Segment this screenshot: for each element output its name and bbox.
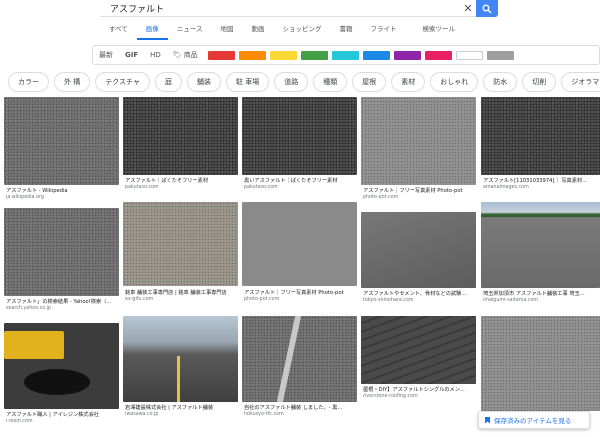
color-swatches (207, 50, 518, 60)
road-yellow-line (177, 356, 180, 402)
top-bar: アスファルト ✕ すべて 画像 ニュース 地図 動画 ショッピング 書籍 フライ… (0, 0, 600, 42)
result-source: pakutaso.com (125, 185, 159, 190)
tab-all[interactable]: すべて (100, 21, 137, 40)
chip[interactable]: 外 構 (54, 72, 91, 92)
color-swatch[interactable] (331, 50, 359, 60)
chip[interactable]: 舗装 (186, 72, 221, 92)
result-image[interactable] (4, 97, 119, 185)
tab-flights[interactable]: フライト (361, 21, 405, 40)
color-swatch[interactable] (269, 50, 297, 60)
color-swatch[interactable] (238, 50, 266, 60)
color-swatch[interactable] (362, 50, 390, 60)
result-image[interactable] (4, 323, 119, 409)
suggestion-chips: カラー 外 構 テクスチャ 庭 舗装 駐 車場 道路 種類 屋根 素材 おしゃれ… (0, 72, 600, 94)
result-source: pakutaso.com (244, 185, 278, 190)
filter-products-label: 商品 (183, 51, 198, 59)
chip[interactable]: 素材 (391, 72, 426, 92)
search-tabs: すべて 画像 ニュース 地図 動画 ショッピング 書籍 フライト 検索ツール (100, 21, 464, 40)
chip[interactable]: 防水 (483, 72, 518, 92)
chip[interactable]: カラー (8, 72, 49, 92)
result-image[interactable] (242, 316, 357, 402)
result-source: ex-gifu.com (125, 297, 154, 302)
result-source: iwasawa.co.jp (125, 412, 159, 417)
result-image[interactable] (242, 97, 357, 175)
result-source: riverstone-roofing.com (363, 394, 418, 399)
result-caption[interactable]: アスファルト[11031033974]｜ 写真素材... (483, 177, 595, 184)
search-box[interactable]: アスファルト ✕ (100, 0, 476, 17)
filter-hd[interactable]: HD (144, 51, 167, 59)
chip[interactable]: 切削 (522, 72, 557, 92)
result-image[interactable] (242, 202, 357, 286)
result-caption[interactable]: アスファルト」の検索結果 - Yahoo!検索（... (6, 298, 118, 305)
result-caption[interactable]: アスファルト職人 | アイレジン株式会社 (6, 411, 118, 418)
chip[interactable]: 種類 (313, 72, 348, 92)
tag-icon: 🏷 (172, 51, 182, 59)
color-swatch[interactable] (207, 50, 235, 60)
result-source: tokyo-shinohara.com (363, 298, 414, 303)
tab-books[interactable]: 書籍 (330, 21, 361, 40)
result-source: search.yahoo.co.jp (6, 306, 51, 311)
result-source: photo-pot.com (363, 195, 399, 200)
filter-gif[interactable]: GIF (119, 51, 144, 59)
curb-line (276, 316, 302, 402)
tab-news[interactable]: ニュース (168, 21, 212, 40)
clear-icon[interactable]: ✕ (460, 2, 476, 15)
chip[interactable]: 道路 (274, 72, 309, 92)
result-image[interactable] (123, 316, 238, 402)
chip[interactable]: 駐 車場 (225, 72, 270, 92)
tab-shopping[interactable]: ショッピング (273, 21, 330, 40)
result-image[interactable] (481, 316, 600, 411)
chip[interactable]: テクスチャ (95, 72, 150, 92)
result-image[interactable] (481, 97, 600, 175)
result-caption[interactable]: アスファルトやセメント、骨材などの試験... (363, 290, 475, 297)
tab-images[interactable]: 画像 (136, 21, 168, 40)
result-image[interactable] (361, 97, 476, 185)
result-caption[interactable]: 屋根・DIY】アスファルトシングルのメン... (363, 386, 475, 393)
result-image[interactable] (361, 316, 476, 384)
search-icon (482, 4, 492, 13)
saved-items-button[interactable]: 保存済みのアイテムを見る (478, 411, 590, 429)
color-swatch[interactable] (486, 50, 514, 60)
result-image[interactable] (481, 202, 600, 288)
result-caption[interactable]: 岩澤建設株式会社 | アスファルト舗装 (125, 404, 237, 411)
filter-products[interactable]: 🏷 商品 (167, 50, 204, 60)
saved-items-label: 保存済みのアイテムを見る (494, 417, 572, 425)
tab-videos[interactable]: 動画 (242, 21, 273, 40)
search-button[interactable] (476, 0, 498, 17)
filter-bar: 最新 GIF HD 🏷 商品 (92, 45, 600, 65)
result-caption[interactable]: アスファルト｜フリー写真素材 Photo-pot (363, 187, 475, 194)
result-caption[interactable]: アスファルト - Wikipedia (6, 187, 118, 194)
result-image[interactable] (4, 208, 119, 296)
search-input[interactable]: アスファルト (100, 2, 460, 15)
result-caption[interactable]: アスファルト｜ぱくたそフリー素材 (125, 177, 237, 184)
result-image[interactable] (123, 202, 238, 286)
result-caption[interactable]: 黒いアスファルト｜ぱくたそフリー素材 (244, 177, 356, 184)
color-swatch[interactable] (393, 50, 421, 60)
chip[interactable]: 屋根 (352, 72, 387, 92)
chip[interactable]: おしゃれ (430, 72, 479, 92)
color-swatch[interactable] (455, 50, 483, 60)
asphalt-pile (24, 369, 90, 395)
chip[interactable]: 庭 (154, 72, 182, 92)
tab-maps[interactable]: 地図 (211, 21, 242, 40)
color-swatch[interactable] (424, 50, 452, 60)
tab-search-tools[interactable]: 検索ツール (413, 21, 464, 40)
result-caption[interactable]: 埼玉県加須市 アスファルト舗装工事 埼玉... (483, 290, 595, 297)
result-image[interactable] (361, 212, 476, 288)
result-source: amanaimages.com (483, 185, 529, 190)
result-source: photo-pot.com (244, 297, 280, 302)
result-image[interactable] (123, 97, 238, 175)
result-source: imaigumi-saitama.com (483, 298, 539, 303)
result-caption[interactable]: アスファルト｜フリー写真素材 Photo-pot (244, 289, 356, 296)
filter-latest[interactable]: 最新 (93, 50, 119, 60)
result-source: hokusyo-tfc.com (244, 412, 284, 417)
chip[interactable]: ジオラマ (561, 72, 600, 92)
result-caption[interactable]: 自社のアスファルト舗装 しました。- 黒... (244, 404, 356, 411)
roller-machine (4, 331, 64, 359)
bookmark-icon (485, 416, 490, 424)
result-source: ja.wikipedia.org (6, 195, 44, 200)
color-swatch[interactable] (300, 50, 328, 60)
result-caption[interactable]: 銘阜 舗装工事専門店 | 銘阜 舗装工事専門店 (125, 289, 237, 296)
result-source: i-resin.com (6, 419, 33, 424)
